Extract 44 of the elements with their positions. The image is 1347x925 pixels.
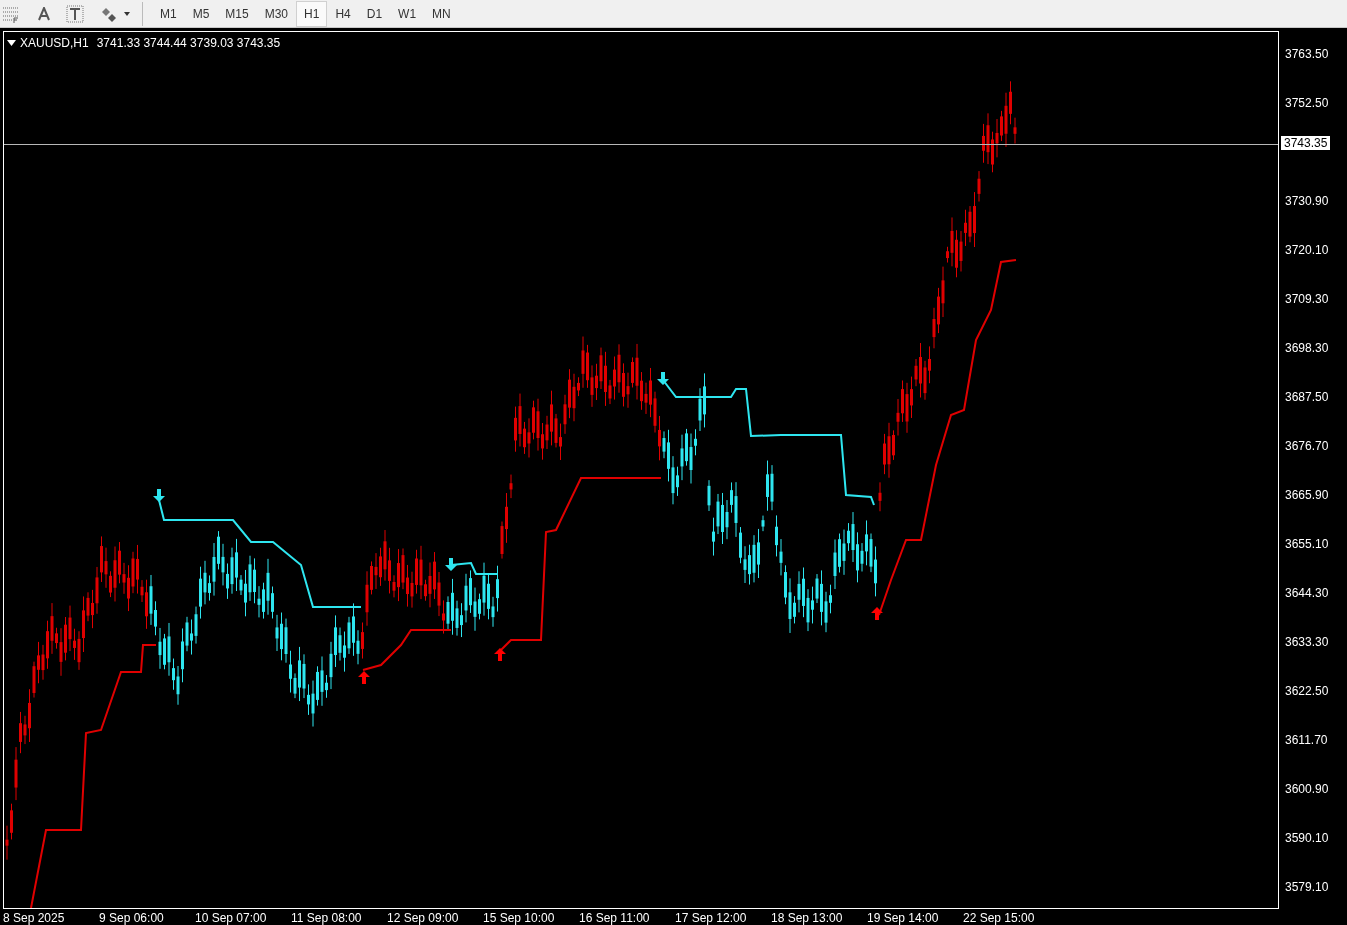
price-label: 3600.90 xyxy=(1285,781,1329,798)
timeframe-button[interactable]: M15 xyxy=(217,0,257,27)
text-label-icon[interactable] xyxy=(66,4,84,23)
price-label: 3611.70 xyxy=(1285,732,1328,749)
ohlc-values: 3741.33 3744.44 3739.03 3743.35 xyxy=(96,35,281,52)
timeframe-button[interactable]: H4 xyxy=(327,0,359,27)
price-label: 3644.30 xyxy=(1285,585,1329,602)
price-label: 3590.10 xyxy=(1285,830,1329,847)
time-label: 19 Sep 14:00 xyxy=(867,910,939,925)
symbol-label: XAUUSD,H1 xyxy=(20,35,89,52)
current-price-tag: 3743.35 xyxy=(1281,136,1331,150)
price-label: 3655.10 xyxy=(1285,536,1329,553)
time-label: 8 Sep 2025 xyxy=(3,910,65,925)
time-label: 18 Sep 13:00 xyxy=(771,910,843,925)
timeframe-button[interactable]: M1 xyxy=(152,0,185,27)
price-label: 3622.50 xyxy=(1285,683,1329,700)
price-label: 3730.90 xyxy=(1285,193,1329,210)
dropdown-icon[interactable] xyxy=(7,40,16,46)
time-label: 15 Sep 10:00 xyxy=(483,910,555,925)
time-label: 10 Sep 07:00 xyxy=(195,910,267,925)
timeframe-button[interactable]: MN xyxy=(424,0,459,27)
timeframe-button[interactable]: H1 xyxy=(296,0,328,27)
time-label: 16 Sep 11:00 xyxy=(579,910,650,925)
price-label: 3752.50 xyxy=(1285,95,1329,112)
text-icon[interactable] xyxy=(38,6,50,21)
timeframe-button[interactable]: D1 xyxy=(358,0,391,27)
time-label: 22 Sep 15:00 xyxy=(963,910,1035,925)
timeframe-button[interactable]: W1 xyxy=(390,0,425,27)
price-label: 3709.30 xyxy=(1285,291,1329,308)
price-label: 3698.30 xyxy=(1285,340,1329,357)
time-label: 12 Sep 09:00 xyxy=(387,910,459,925)
price-label: 3633.30 xyxy=(1285,634,1329,651)
timeframe-button[interactable]: M5 xyxy=(184,0,218,27)
time-label: 9 Sep 06:00 xyxy=(99,910,164,925)
price-label: 3687.50 xyxy=(1285,389,1329,406)
price-label: 3579.10 xyxy=(1285,879,1329,896)
price-label: 3720.10 xyxy=(1285,242,1329,259)
shapes-dropdown-icon[interactable] xyxy=(100,5,132,22)
time-label: 11 Sep 08:00 xyxy=(291,910,362,925)
price-label: 3763.50 xyxy=(1285,46,1329,63)
price-label: 3676.70 xyxy=(1285,438,1329,455)
timeframe-button[interactable]: M30 xyxy=(256,0,297,27)
time-label: 17 Sep 12:00 xyxy=(675,910,747,925)
price-label: 3665.90 xyxy=(1285,487,1329,504)
